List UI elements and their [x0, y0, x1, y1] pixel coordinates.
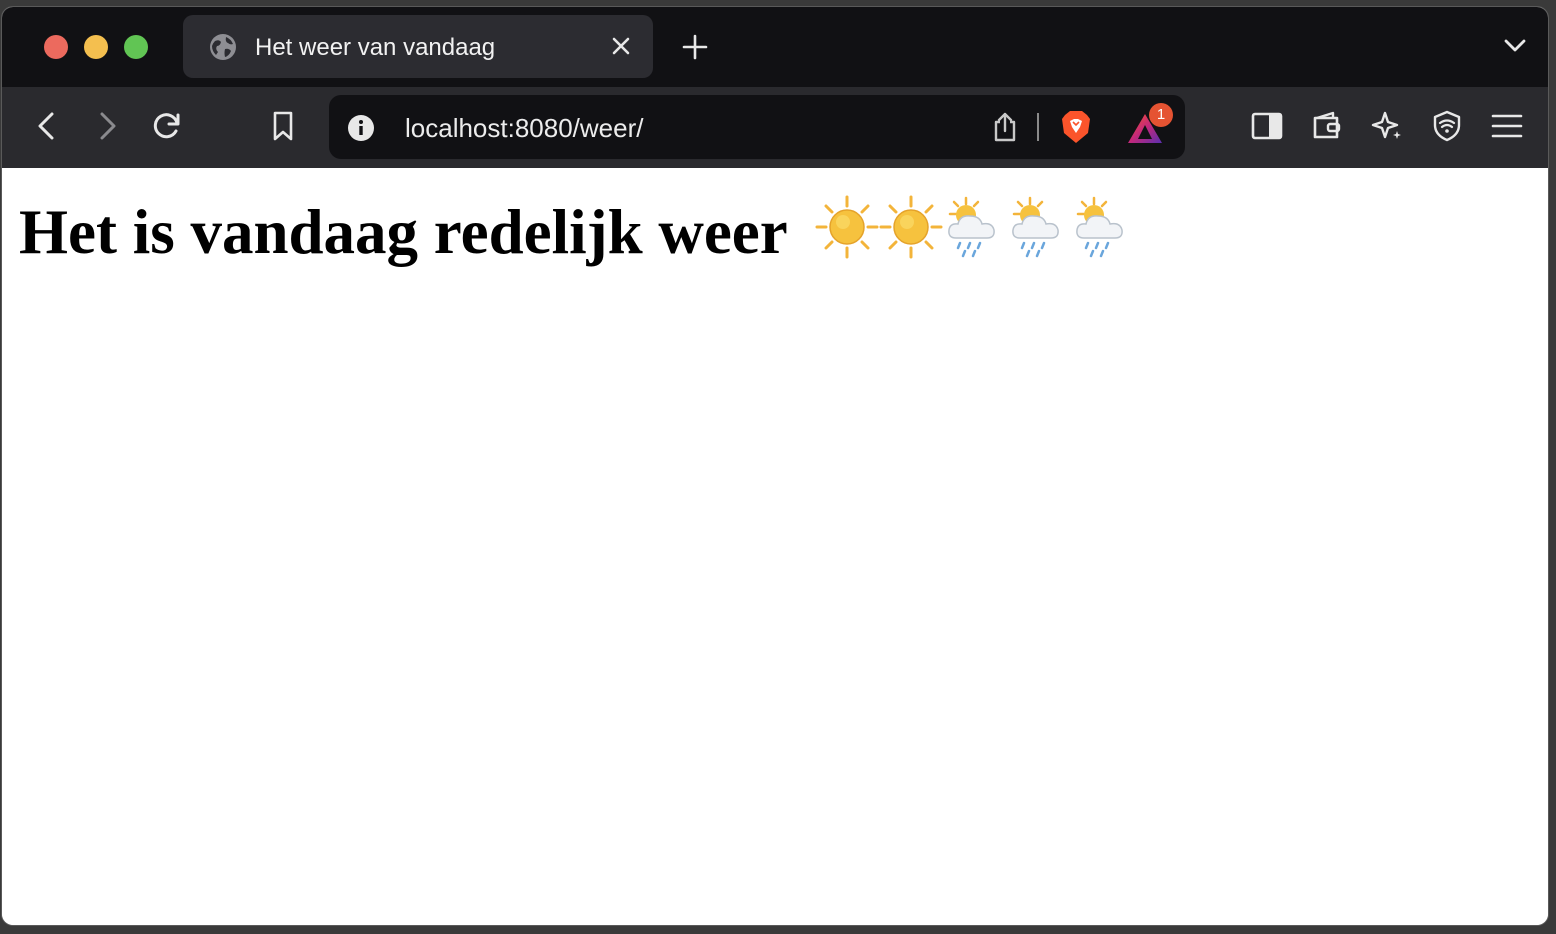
window-maximize-button[interactable]	[124, 35, 148, 59]
tab-title: Het weer van vandaag	[255, 34, 496, 61]
window-close-button[interactable]	[44, 35, 68, 59]
window-minimize-button[interactable]	[84, 35, 108, 59]
sun-behind-rain-cloud-icon	[1012, 196, 1059, 258]
forward-arrow-icon[interactable]	[90, 109, 124, 143]
browser-window: Het weer van vandaag localhost:8080/weer…	[1, 6, 1549, 926]
site-info-icon[interactable]	[347, 114, 375, 142]
navigation-toolbar: localhost:8080/weer/ 1	[2, 87, 1548, 168]
globe-icon	[210, 34, 236, 60]
hamburger-menu-icon[interactable]	[1490, 109, 1524, 143]
back-arrow-icon[interactable]	[30, 109, 64, 143]
page-heading: Het is vandaag redelijk weer	[19, 197, 788, 267]
address-bar-divider	[1037, 113, 1039, 141]
tab-bar: Het weer van vandaag	[2, 7, 1548, 87]
sun-behind-rain-cloud-icon	[948, 196, 995, 258]
wallet-icon[interactable]	[1310, 109, 1344, 143]
sun-icon	[879, 195, 943, 259]
url-text[interactable]: localhost:8080/weer/	[405, 113, 643, 144]
tab-active[interactable]: Het weer van vandaag	[183, 15, 653, 78]
sidebar-toggle-icon[interactable]	[1250, 109, 1284, 143]
vpn-shield-icon[interactable]	[1430, 109, 1464, 143]
chevron-down-icon[interactable]	[1504, 38, 1526, 54]
bookmark-icon[interactable]	[266, 109, 300, 143]
leo-ai-sparkle-icon[interactable]	[1370, 109, 1404, 143]
share-icon[interactable]	[989, 111, 1021, 143]
new-tab-plus-icon[interactable]	[682, 34, 708, 60]
sun-behind-rain-cloud-icon	[1076, 196, 1123, 258]
brave-shields-icon[interactable]	[1059, 109, 1093, 145]
close-icon[interactable]	[611, 36, 631, 56]
rewards-notification-badge: 1	[1149, 103, 1173, 127]
address-bar[interactable]: localhost:8080/weer/ 1	[329, 95, 1185, 159]
page-content: Het is vandaag redelijk weer	[2, 168, 1548, 925]
sun-icon	[815, 195, 879, 259]
reload-icon[interactable]	[150, 109, 184, 143]
